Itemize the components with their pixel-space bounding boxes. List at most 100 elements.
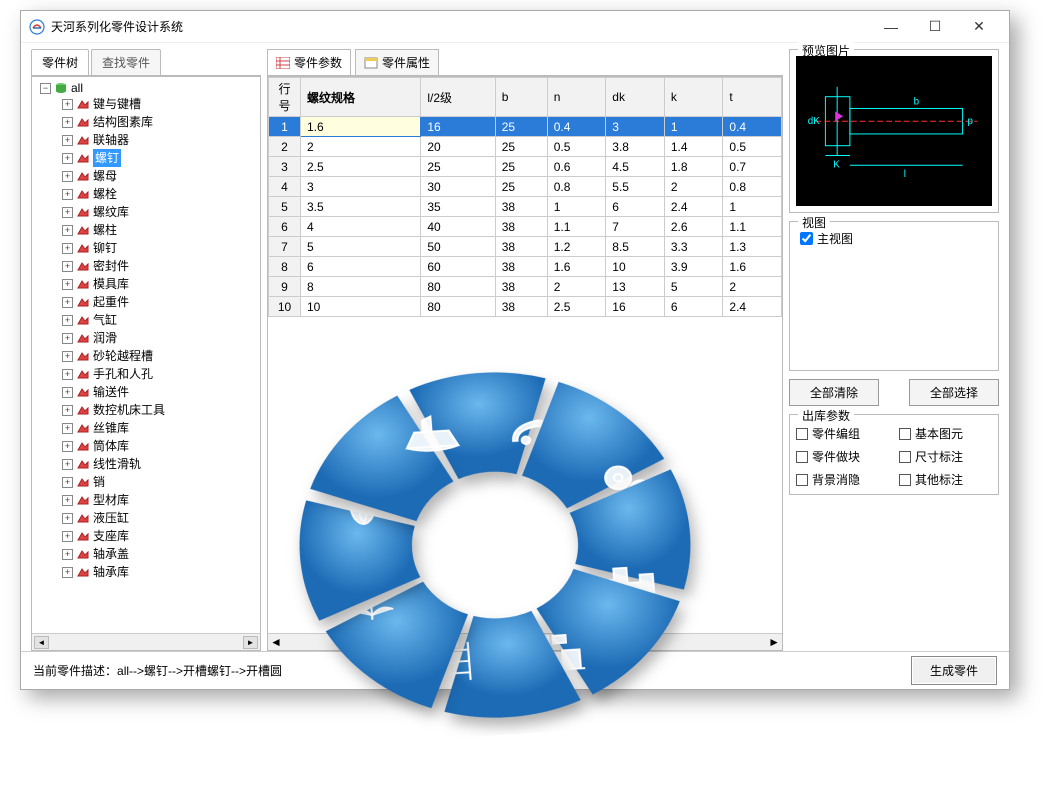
expander-icon[interactable]: + — [62, 261, 73, 272]
expander-icon[interactable]: + — [62, 423, 73, 434]
checkbox-icon[interactable] — [899, 474, 911, 486]
expander-icon[interactable]: + — [62, 351, 73, 362]
tree-item[interactable]: +销 — [62, 473, 258, 491]
close-button[interactable]: ✕ — [957, 13, 1001, 41]
tree-item[interactable]: +轴承库 — [62, 563, 258, 581]
column-header[interactable]: dk — [606, 78, 665, 117]
expander-icon[interactable]: + — [62, 477, 73, 488]
view-item-main[interactable]: 主视图 — [796, 228, 992, 249]
expander-icon[interactable]: + — [62, 99, 73, 110]
expander-icon[interactable]: + — [62, 117, 73, 128]
table-row[interactable]: 2220250.53.81.40.5 — [269, 137, 782, 157]
table-row[interactable]: 101080382.51662.4 — [269, 297, 782, 317]
table-row[interactable]: 6440381.172.61.1 — [269, 217, 782, 237]
tree-item[interactable]: +型材库 — [62, 491, 258, 509]
tree-item[interactable]: +数控机床工具 — [62, 401, 258, 419]
column-header[interactable]: b — [495, 78, 547, 117]
checkbox-icon[interactable] — [796, 451, 808, 463]
expander-icon[interactable]: + — [62, 441, 73, 452]
expander-icon[interactable]: + — [62, 369, 73, 380]
tree-item[interactable]: +联轴器 — [62, 131, 258, 149]
out-param-item[interactable]: 基本图元 — [899, 425, 992, 442]
tree-item[interactable]: +键与键槽 — [62, 95, 258, 113]
expander-icon[interactable]: + — [62, 549, 73, 560]
column-header[interactable]: n — [547, 78, 606, 117]
tree-item[interactable]: +润滑 — [62, 329, 258, 347]
tree-item[interactable]: +砂轮越程槽 — [62, 347, 258, 365]
scroll-right-icon[interactable]: ► — [243, 636, 258, 649]
expander-icon[interactable]: + — [62, 189, 73, 200]
minimize-button[interactable]: — — [869, 13, 913, 41]
table-row[interactable]: 4330250.85.520.8 — [269, 177, 782, 197]
expander-icon[interactable]: + — [62, 279, 73, 290]
column-header[interactable]: 螺纹规格 — [301, 78, 421, 117]
tree-root-label[interactable]: all — [71, 81, 83, 95]
table-scroll-left-icon[interactable]: ◄ — [270, 635, 282, 649]
clear-all-button[interactable]: 全部清除 — [789, 379, 879, 406]
expander-icon[interactable]: + — [62, 459, 73, 470]
out-param-item[interactable]: 零件编组 — [796, 425, 889, 442]
tree-item[interactable]: +支座库 — [62, 527, 258, 545]
expander-icon[interactable]: + — [62, 225, 73, 236]
tree-item[interactable]: +起重件 — [62, 293, 258, 311]
tree-item[interactable]: +筒体库 — [62, 437, 258, 455]
parts-tree[interactable]: − all +键与键槽+结构图素库+联轴器+螺钉+螺母+螺栓+螺纹库+螺柱+铆钉… — [31, 76, 261, 651]
tree-item[interactable]: +铆钉 — [62, 239, 258, 257]
checkbox-icon[interactable] — [899, 451, 911, 463]
tab-parts-tree[interactable]: 零件树 — [31, 49, 89, 75]
column-header[interactable]: 行号 — [269, 78, 301, 117]
tree-item[interactable]: +螺纹库 — [62, 203, 258, 221]
expander-icon[interactable]: + — [62, 315, 73, 326]
table-scroll-right-icon[interactable]: ► — [768, 635, 780, 649]
table-row[interactable]: 53.53538162.41 — [269, 197, 782, 217]
expander-icon[interactable]: + — [62, 171, 73, 182]
expander-icon[interactable]: + — [62, 513, 73, 524]
tree-item[interactable]: +气缸 — [62, 311, 258, 329]
tree-item[interactable]: +手孔和人孔 — [62, 365, 258, 383]
column-header[interactable]: l/2级 — [421, 78, 495, 117]
select-all-button[interactable]: 全部选择 — [909, 379, 999, 406]
scroll-left-icon[interactable]: ◄ — [34, 636, 49, 649]
generate-part-button[interactable]: 生成零件 — [911, 656, 997, 685]
expander-icon[interactable]: + — [62, 135, 73, 146]
table-row[interactable]: 11.616250.4310.4 — [269, 117, 782, 137]
tree-item[interactable]: +螺柱 — [62, 221, 258, 239]
tree-item[interactable]: +结构图素库 — [62, 113, 258, 131]
expander-icon[interactable]: + — [62, 243, 73, 254]
column-header[interactable]: t — [723, 78, 782, 117]
tree-item[interactable]: +丝锥库 — [62, 419, 258, 437]
expander-icon[interactable]: + — [62, 495, 73, 506]
tree-item[interactable]: +螺栓 — [62, 185, 258, 203]
tree-item[interactable]: +输送件 — [62, 383, 258, 401]
expander-icon[interactable]: + — [62, 207, 73, 218]
out-param-item[interactable]: 尺寸标注 — [899, 448, 992, 465]
expander-icon[interactable]: + — [62, 567, 73, 578]
checkbox-icon[interactable] — [796, 428, 808, 440]
params-table[interactable]: 行号螺纹规格l/2级bndkkt11.616250.4310.42220250.… — [267, 76, 783, 651]
out-param-item[interactable]: 零件做块 — [796, 448, 889, 465]
out-param-item[interactable]: 背景消隐 — [796, 471, 889, 488]
tree-item[interactable]: +轴承盖 — [62, 545, 258, 563]
tab-part-params[interactable]: 零件参数 — [267, 49, 351, 75]
expander-icon[interactable]: − — [40, 83, 51, 94]
table-row[interactable]: 7550381.28.53.31.3 — [269, 237, 782, 257]
expander-icon[interactable]: + — [62, 297, 73, 308]
tree-item[interactable]: +密封件 — [62, 257, 258, 275]
tree-item[interactable]: +模具库 — [62, 275, 258, 293]
table-row[interactable]: 32.525250.64.51.80.7 — [269, 157, 782, 177]
table-row[interactable]: 98803821352 — [269, 277, 782, 297]
tree-item[interactable]: +螺母 — [62, 167, 258, 185]
expander-icon[interactable]: + — [62, 333, 73, 344]
expander-icon[interactable]: + — [62, 387, 73, 398]
tab-search-parts[interactable]: 查找零件 — [91, 49, 161, 75]
maximize-button[interactable]: ☐ — [913, 13, 957, 41]
view-checkbox-main[interactable] — [800, 232, 813, 245]
checkbox-icon[interactable] — [899, 428, 911, 440]
tab-part-attrs[interactable]: 零件属性 — [355, 49, 439, 75]
out-param-item[interactable]: 其他标注 — [899, 471, 992, 488]
expander-icon[interactable]: + — [62, 531, 73, 542]
expander-icon[interactable]: + — [62, 405, 73, 416]
expander-icon[interactable]: + — [62, 153, 73, 164]
table-row[interactable]: 8660381.6103.91.6 — [269, 257, 782, 277]
tree-item[interactable]: +线性滑轨 — [62, 455, 258, 473]
